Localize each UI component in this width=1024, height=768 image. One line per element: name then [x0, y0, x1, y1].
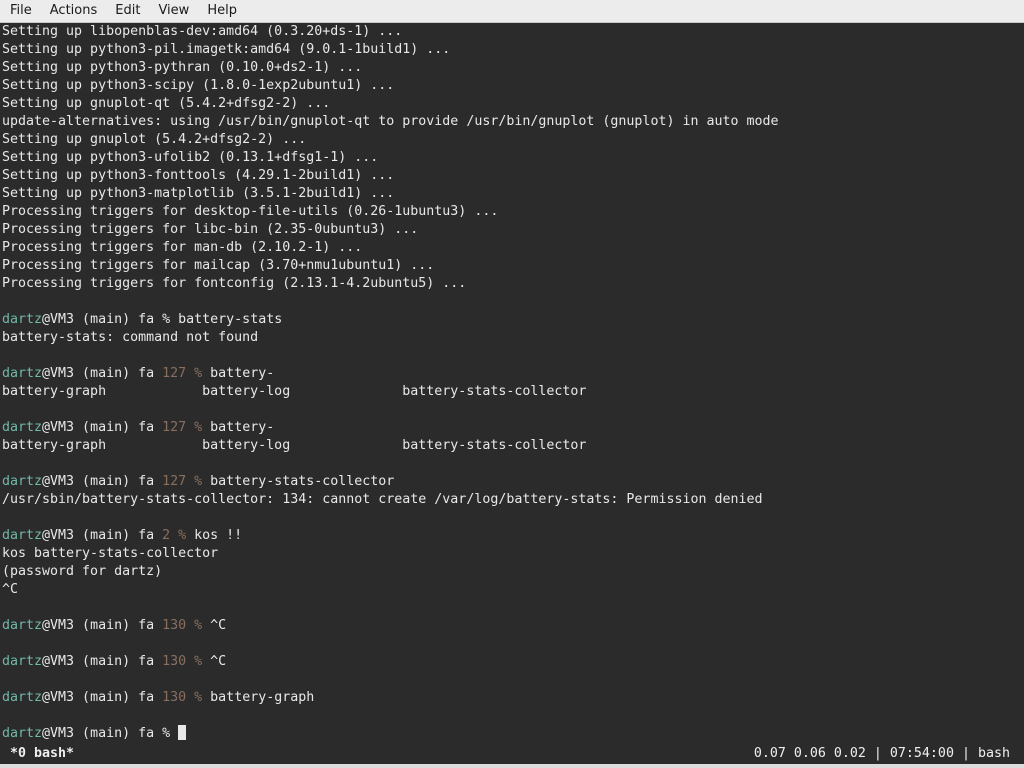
prompt-host: @VM3 (main) fa — [42, 618, 163, 633]
prompt-user: dartz — [2, 420, 43, 435]
status-load-clock: 0.07 0.06 0.02 | 07:54:00 | bash — [753, 746, 1010, 761]
prompt-symbol: % — [162, 312, 179, 327]
menu-view[interactable]: View — [148, 0, 197, 22]
prompt-exit-code: 127 — [162, 474, 195, 489]
output-line: Setting up gnuplot (5.4.2+dfsg2-2) ... — [2, 132, 307, 147]
menu-bar: File Actions Edit View Help — [0, 0, 1024, 23]
prompt-line: dartz@VM3 (main) fa 127 % battery- — [0, 365, 1024, 383]
prompt-exit-code: 130 — [162, 618, 195, 633]
prompt-command: ^C — [210, 654, 227, 669]
text-cursor — [178, 725, 187, 740]
prompt-host: @VM3 (main) fa — [42, 474, 163, 489]
prompt-host: @VM3 (main) fa — [42, 654, 163, 669]
prompt-user: dartz — [2, 528, 43, 543]
prompt-command: battery-stats-collector — [210, 474, 395, 489]
status-window-name[interactable]: *0 bash* — [10, 744, 74, 764]
prompt-command: kos !! — [194, 528, 243, 543]
output-line: update-alternatives: using /usr/bin/gnup… — [2, 114, 779, 129]
prompt-line: dartz@VM3 (main) fa 127 % battery-stats-… — [0, 473, 1024, 491]
output-line: kos battery-stats-collector — [2, 546, 219, 561]
menu-help[interactable]: Help — [197, 0, 245, 22]
output-line: Processing triggers for fontconfig (2.13… — [2, 276, 467, 291]
prompt-host: @VM3 (main) fa — [42, 420, 163, 435]
prompt-user: dartz — [2, 726, 43, 741]
menu-file[interactable]: File — [0, 0, 40, 22]
output-line: Setting up python3-matplotlib (3.5.1-2bu… — [2, 186, 395, 201]
prompt-exit-code: 130 — [162, 654, 195, 669]
prompt-line: dartz@VM3 (main) fa 130 % ^C — [0, 617, 1024, 635]
prompt-user: dartz — [2, 690, 43, 705]
prompt-exit-code: 127 — [162, 366, 195, 381]
prompt-symbol: % — [178, 528, 195, 543]
prompt-command: battery-stats — [178, 312, 283, 327]
output-line: Setting up python3-ufolib2 (0.13.1+dfsg1… — [2, 150, 379, 165]
menu-edit[interactable]: Edit — [105, 0, 148, 22]
output-line: battery-graph battery-log battery-stats-… — [2, 384, 587, 399]
prompt-user: dartz — [2, 654, 43, 669]
prompt-user: dartz — [2, 366, 43, 381]
prompt-symbol: % — [194, 366, 211, 381]
prompt-host: @VM3 (main) fa — [42, 726, 163, 741]
output-line: Processing triggers for desktop-file-uti… — [2, 204, 499, 219]
prompt-symbol: % — [194, 420, 211, 435]
prompt-exit-code: 130 — [162, 690, 195, 705]
prompt-symbol: % — [194, 654, 211, 669]
tmux-status-bar: *0 bash* 0.07 0.06 0.02 | 07:54:00 | bas… — [0, 744, 1024, 764]
prompt-exit-code: 2 — [162, 528, 179, 543]
prompt-host: @VM3 (main) fa — [42, 690, 163, 705]
prompt-symbol: % — [194, 618, 211, 633]
prompt-host: @VM3 (main) fa — [42, 528, 163, 543]
prompt-user: dartz — [2, 474, 43, 489]
prompt-host: @VM3 (main) fa — [42, 366, 163, 381]
prompt-user: dartz — [2, 618, 43, 633]
prompt-line: dartz@VM3 (main) fa % — [0, 725, 1024, 743]
output-line: Setting up python3-fonttools (4.29.1-2bu… — [2, 168, 395, 183]
prompt-symbol: % — [162, 726, 179, 741]
output-line: Setting up gnuplot-qt (5.4.2+dfsg2-2) ..… — [2, 96, 331, 111]
prompt-command: ^C — [210, 618, 227, 633]
menu-actions[interactable]: Actions — [40, 0, 106, 22]
output-line: Processing triggers for libc-bin (2.35-0… — [2, 222, 419, 237]
prompt-line: dartz@VM3 (main) fa % battery-stats — [0, 311, 1024, 329]
terminal-output[interactable]: Setting up libopenblas-dev:amd64 (0.3.20… — [0, 23, 1024, 746]
prompt-symbol: % — [194, 690, 211, 705]
output-line: ^C — [2, 582, 19, 597]
prompt-command: battery- — [210, 420, 275, 435]
prompt-user: dartz — [2, 312, 43, 327]
output-line: Setting up python3-scipy (1.8.0-1exp2ubu… — [2, 78, 395, 93]
output-line: (password for dartz) — [2, 564, 163, 579]
prompt-line: dartz@VM3 (main) fa 130 % battery-graph — [0, 689, 1024, 707]
prompt-line: dartz@VM3 (main) fa 130 % ^C — [0, 653, 1024, 671]
prompt-host: @VM3 (main) fa — [42, 312, 163, 327]
output-line: Setting up python3-pythran (0.10.0+ds2-1… — [2, 60, 363, 75]
window-bottom-edge — [0, 764, 1024, 768]
prompt-exit-code: 127 — [162, 420, 195, 435]
prompt-command: battery-graph — [210, 690, 315, 705]
prompt-symbol: % — [194, 474, 211, 489]
output-line: battery-graph battery-log battery-stats-… — [2, 438, 587, 453]
prompt-line: dartz@VM3 (main) fa 2 % kos !! — [0, 527, 1024, 545]
prompt-line: dartz@VM3 (main) fa 127 % battery- — [0, 419, 1024, 437]
output-line: battery-stats: command not found — [2, 330, 259, 345]
output-line: Processing triggers for mailcap (3.70+nm… — [2, 258, 435, 273]
prompt-command: battery- — [210, 366, 275, 381]
output-line: Setting up python3-pil.imagetk:amd64 (9.… — [2, 42, 451, 57]
output-line: Processing triggers for man-db (2.10.2-1… — [2, 240, 363, 255]
output-line: Setting up libopenblas-dev:amd64 (0.3.20… — [2, 24, 403, 39]
output-line: /usr/sbin/battery-stats-collector: 134: … — [2, 492, 763, 507]
